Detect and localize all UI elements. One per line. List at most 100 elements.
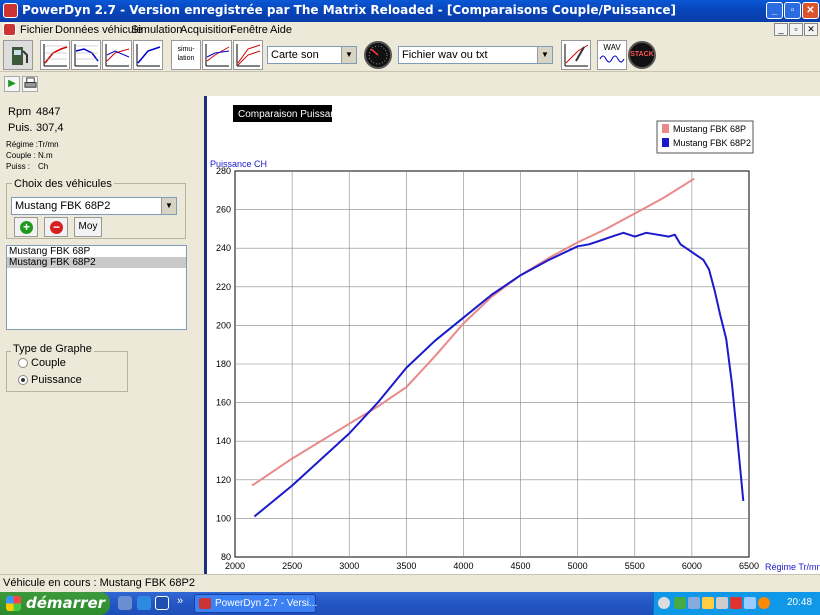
y-tick-label: 120 [216, 475, 231, 485]
power-chart: 801001201401601802002202402602802000 2500… [210, 105, 820, 572]
tray-display-icon[interactable] [744, 597, 756, 609]
graph-edit-icon[interactable] [561, 40, 591, 70]
puis-value: 307,4 [36, 122, 64, 134]
y-tick-label: 140 [216, 436, 231, 446]
remove-vehicle-button[interactable]: − [44, 217, 68, 237]
unit-regime-label: Régime : [6, 140, 39, 149]
x-tick-label: 5000 [568, 561, 588, 571]
left-panel: Rpm 4847 Puis. 307,4 Régime : Tr/mn Coup… [0, 96, 204, 574]
x-tick-label: 6500 [739, 561, 759, 571]
chevron-down-icon: ▼ [341, 47, 356, 63]
fuel-pump-icon[interactable] [3, 40, 33, 70]
x-tick-label: 4000 [453, 561, 473, 571]
graph-type-title: Type de Graphe [11, 343, 94, 355]
mdi-restore-button[interactable]: ▫ [789, 23, 803, 36]
maximize-button[interactable]: ▫ [784, 2, 801, 19]
radio-puissance-label[interactable]: Puissance [31, 374, 82, 386]
y-tick-label: 200 [216, 320, 231, 330]
app-icon[interactable] [3, 3, 18, 18]
vehicle-list[interactable]: Mustang FBK 68P Mustang FBK 68P2 [6, 245, 187, 330]
tray-network-icon[interactable] [674, 597, 686, 609]
toolbar: simu- lation Carte son ▼ Fichier wav ou … [0, 38, 820, 72]
tray-bluetooth-icon[interactable] [688, 597, 700, 609]
x-tick-label: 2500 [282, 561, 302, 571]
radio-couple-label[interactable]: Couple [31, 357, 66, 369]
y-tick-label: 260 [216, 205, 231, 215]
y-tick-label: 160 [216, 398, 231, 408]
file-type-select[interactable]: Fichier wav ou txt ▼ [398, 46, 553, 64]
menu-simulation[interactable]: Simulation [131, 24, 182, 36]
quicklaunch-overflow[interactable]: » [177, 595, 183, 607]
desktop-icon[interactable] [118, 596, 132, 610]
menu-bar: Fichier Données véhicule Simulation Acqu… [0, 22, 820, 38]
start-label: démarrer [26, 594, 106, 612]
sound-card-value: Carte son [271, 49, 319, 61]
simulation-button[interactable]: simu- lation [171, 40, 201, 70]
unit-puiss-label: Puiss : [6, 162, 31, 171]
start-button[interactable]: démarrer [0, 592, 110, 615]
plus-icon: + [20, 221, 33, 234]
play-icon[interactable]: ▶ [4, 76, 20, 92]
x-tick-label: 3000 [339, 561, 359, 571]
add-vehicle-button[interactable]: + [14, 217, 38, 237]
y-tick-label: 220 [216, 282, 231, 292]
y-axis-label: Puissance CH [210, 159, 267, 169]
wav-label: WAV [603, 43, 621, 52]
task-powerdyn[interactable]: PowerDyn 2.7 - Versi... [194, 594, 318, 613]
legend-swatch-1 [662, 138, 669, 147]
doc-icon[interactable] [3, 23, 16, 36]
status-bar: Véhicule en cours : Mustang FBK 68P2 [0, 574, 820, 592]
mdi-minimize-button[interactable]: _ [774, 23, 788, 36]
sound-card-select[interactable]: Carte son ▼ [267, 46, 357, 64]
rpm-label: Rpm [8, 106, 32, 118]
unit-puiss-value: Ch [38, 162, 49, 171]
tray-app-icon[interactable] [758, 597, 770, 609]
minus-icon: − [50, 221, 63, 234]
graph-overlay-icon[interactable] [233, 40, 263, 70]
file-type-value: Fichier wav ou txt [402, 49, 488, 61]
wav-button[interactable]: WAV [597, 40, 627, 70]
menu-fenetre[interactable]: Fenêtre [230, 24, 268, 36]
list-item[interactable]: Mustang FBK 68P [7, 246, 186, 257]
minimize-button[interactable]: _ [766, 2, 783, 19]
word-icon[interactable] [155, 596, 169, 610]
vehicle-select[interactable]: Mustang FBK 68P2 ▼ [11, 197, 177, 215]
tray-security-icon[interactable] [702, 597, 714, 609]
powerdyn-task-icon [199, 598, 211, 609]
graph-multi-icon[interactable] [102, 40, 132, 70]
radio-puissance[interactable] [18, 375, 28, 385]
list-item[interactable]: Mustang FBK 68P2 [7, 257, 186, 268]
legend-label-0: Mustang FBK 68P [673, 124, 746, 134]
graph-acquisition-icon[interactable] [202, 40, 232, 70]
x-tick-label: 5500 [625, 561, 645, 571]
unit-couple-label: Couple : [6, 151, 36, 160]
average-button[interactable]: Moy [74, 217, 102, 237]
menu-acquisition[interactable]: Acquisition [180, 24, 233, 36]
graph-torque-icon[interactable] [71, 40, 101, 70]
puis-label: Puis. [8, 122, 33, 134]
rpm-value: 4847 [36, 106, 61, 118]
print-icon[interactable] [22, 76, 38, 92]
task-powerdyn-label: PowerDyn 2.7 - Versi... [215, 598, 318, 609]
tray-arrow-icon[interactable] [658, 597, 670, 609]
mdi-close-button[interactable]: ✕ [804, 23, 818, 36]
menu-donnees-vehicule[interactable]: Données véhicule [55, 24, 142, 36]
graph-power-icon[interactable] [40, 40, 70, 70]
menu-aide[interactable]: Aide [270, 24, 292, 36]
tray-antivirus-icon[interactable] [730, 597, 742, 609]
tray-volume-icon[interactable] [716, 597, 728, 609]
tachometer-icon[interactable] [364, 41, 392, 69]
menu-fichier[interactable]: Fichier [20, 24, 53, 36]
x-tick-label: 6000 [682, 561, 702, 571]
internet-explorer-icon[interactable] [137, 596, 151, 610]
system-tray: 20:48 [653, 592, 820, 615]
clock: 20:48 [787, 597, 813, 608]
chart-grid [234, 170, 750, 558]
x-tick-label: 4500 [511, 561, 531, 571]
close-button[interactable]: ✕ [802, 2, 819, 19]
x-tick-label: 2000 [225, 561, 245, 571]
graph-compare-icon[interactable] [133, 40, 163, 70]
vehicle-select-value: Mustang FBK 68P2 [15, 200, 111, 212]
radio-couple[interactable] [18, 358, 28, 368]
stack-button[interactable]: STACK [628, 41, 656, 69]
